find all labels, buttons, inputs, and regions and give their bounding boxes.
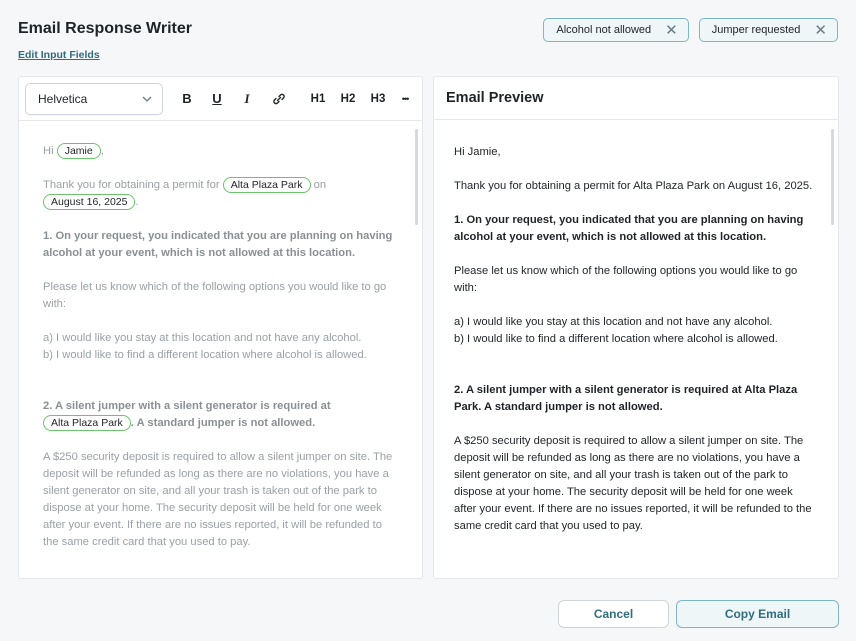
preview-deposit: A $250 security deposit is required to a… bbox=[454, 435, 812, 532]
close-icon[interactable]: ✕ bbox=[814, 23, 827, 38]
editor-deposit: A $250 security deposit is required to a… bbox=[43, 451, 393, 548]
preview-options-intro: Please let us know which of the followin… bbox=[454, 265, 798, 294]
bold-button[interactable]: B bbox=[179, 87, 195, 111]
h3-button[interactable]: H3 bbox=[369, 87, 387, 111]
editor-item-1: 1. On your request, you indicated that y… bbox=[43, 230, 393, 259]
preview-item-1: 1. On your request, you indicated that y… bbox=[454, 214, 804, 243]
chip-label: Alcohol not allowed bbox=[556, 24, 652, 36]
font-select[interactable]: Helvetica bbox=[25, 82, 163, 115]
item2-prefix: 2. A silent jumper with a silent generat… bbox=[43, 400, 331, 412]
italic-button[interactable]: I bbox=[239, 87, 255, 111]
link-icon bbox=[273, 93, 285, 104]
underline-button[interactable]: U bbox=[209, 87, 225, 111]
name-token[interactable]: Jamie bbox=[56, 143, 101, 159]
preview-body: Hi Jamie, Thank you for obtaining a perm… bbox=[454, 144, 814, 552]
preview-greeting: Hi Jamie, bbox=[454, 146, 501, 158]
intro-suffix: . bbox=[135, 196, 139, 208]
park-token[interactable]: Alta Plaza Park bbox=[222, 177, 311, 193]
filter-chips: Alcohol not allowed ✕ Jumper requested ✕ bbox=[543, 18, 838, 42]
copy-email-button[interactable]: Copy Email bbox=[676, 600, 839, 628]
preview-intro: Thank you for obtaining a permit for Alt… bbox=[454, 180, 813, 192]
editor-options-intro: Please let us know which of the followin… bbox=[43, 281, 387, 310]
preview-option-a: a) I would like you stay at this locatio… bbox=[454, 316, 773, 328]
cancel-button[interactable]: Cancel bbox=[558, 600, 669, 628]
close-icon[interactable]: ✕ bbox=[665, 23, 678, 38]
h2-button[interactable]: H2 bbox=[339, 87, 357, 111]
app-title: Email Response Writer bbox=[18, 20, 192, 37]
h1-button[interactable]: H1 bbox=[309, 87, 327, 111]
date-token[interactable]: August 16, 2025 bbox=[43, 194, 136, 210]
editor-option-a: a) I would like you stay at this locatio… bbox=[43, 332, 362, 344]
editor-intro: Thank you for obtaining a permit for Alt… bbox=[43, 177, 398, 211]
intro-prefix: Thank you for obtaining a permit for bbox=[43, 179, 220, 191]
greeting-prefix: Hi bbox=[43, 145, 54, 157]
preview-option-b: b) I would like to find a different loca… bbox=[454, 333, 778, 345]
font-select-value: Helvetica bbox=[38, 91, 88, 106]
preview-item-2: 2. A silent jumper with a silent generat… bbox=[454, 384, 798, 413]
editor-item-2: 2. A silent jumper with a silent generat… bbox=[43, 398, 398, 432]
intro-mid: on bbox=[313, 179, 327, 191]
chip-label: Jumper requested bbox=[711, 24, 801, 36]
preview-scrollbar[interactable] bbox=[831, 129, 834, 225]
chip-alcohol-not-allowed: Alcohol not allowed ✕ bbox=[543, 18, 689, 42]
preview-title: Email Preview bbox=[434, 77, 838, 120]
preview-panel: Email Preview Hi Jamie, Thank you for ob… bbox=[433, 76, 839, 579]
editor-option-b: b) I would like to find a different loca… bbox=[43, 349, 367, 361]
more-options-button[interactable]: ••• bbox=[397, 87, 413, 111]
chip-jumper-requested: Jumper requested ✕ bbox=[698, 18, 838, 42]
editor-panel: Helvetica B U I H1 H2 H3 ••• Hi Jamie, T… bbox=[18, 76, 423, 579]
editor-body[interactable]: Hi Jamie, Thank you for obtaining a perm… bbox=[43, 143, 398, 568]
editor-scrollbar[interactable] bbox=[415, 129, 418, 225]
item2-suffix: . A standard jumper is not allowed. bbox=[130, 417, 316, 429]
editor-greeting: Hi Jamie, bbox=[43, 143, 398, 160]
edit-input-fields-link[interactable]: Edit Input Fields bbox=[18, 49, 100, 61]
editor-toolbar: Helvetica B U I H1 H2 H3 ••• bbox=[19, 77, 422, 121]
greeting-suffix: , bbox=[100, 145, 104, 157]
park-token[interactable]: Alta Plaza Park bbox=[43, 415, 131, 431]
chevron-down-icon bbox=[142, 96, 152, 102]
link-button[interactable] bbox=[269, 87, 289, 111]
